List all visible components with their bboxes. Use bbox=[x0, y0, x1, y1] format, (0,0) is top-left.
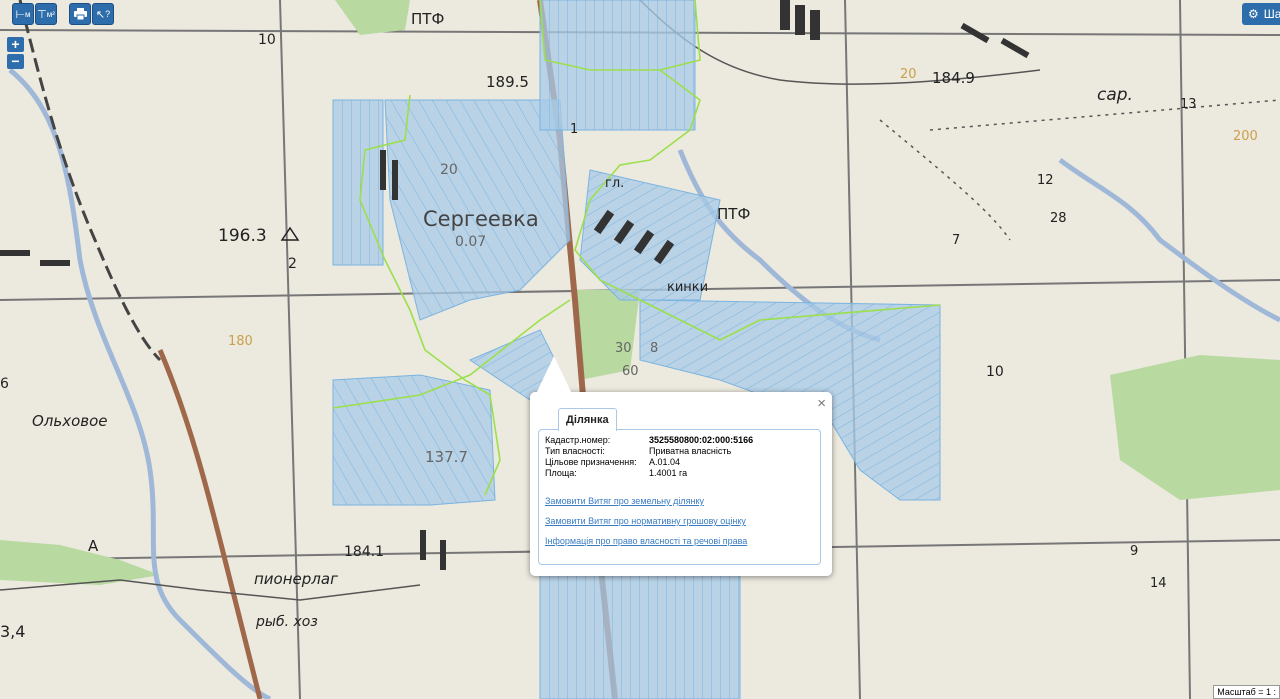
parcel-info-panel: Кадастр.номер: 3525580800:02:000:5166 Ти… bbox=[538, 429, 821, 565]
map-label-place: сар. bbox=[1097, 85, 1133, 105]
map-label-place: рыб. хоз bbox=[255, 614, 318, 630]
info-key: Цільове призначення: bbox=[545, 457, 637, 467]
map-label-number: 6 bbox=[0, 376, 9, 392]
cadastral-number: 3525580800:02:000:5166 bbox=[649, 435, 754, 445]
map-label-value: 137.7 bbox=[425, 448, 468, 466]
zoom-control: + − bbox=[7, 37, 24, 69]
ownership-type: Приватна власність bbox=[649, 446, 732, 456]
gear-icon: ⚙ bbox=[1248, 7, 1259, 21]
close-icon[interactable]: × bbox=[817, 395, 826, 412]
printer-icon bbox=[73, 8, 87, 20]
ownership-info-link[interactable]: Інформація про право власності та речові… bbox=[545, 536, 814, 546]
map-label-elevation: 196.3 bbox=[218, 226, 267, 246]
info-row-purpose: Цільове призначення: A.01.04 bbox=[545, 457, 814, 468]
map-label-number: 10 bbox=[258, 32, 276, 48]
parcel-block[interactable] bbox=[539, 574, 741, 699]
map-label-number: 20 bbox=[440, 162, 458, 178]
scale-indicator: Масштаб = 1 : bbox=[1213, 685, 1280, 699]
map-label-elevation: 189.5 bbox=[486, 73, 529, 91]
tab-parcel[interactable]: Ділянка bbox=[558, 408, 617, 431]
map-label-number: 10 bbox=[986, 364, 1004, 380]
map-label-village: Ольховое bbox=[32, 412, 108, 430]
map-label-ptf-mid: ПТФ bbox=[717, 205, 750, 223]
map-label-number: 14 bbox=[1150, 576, 1167, 591]
info-row-cadastral: Кадастр.номер: 3525580800:02:000:5166 bbox=[545, 435, 814, 446]
map-label-elevation: 184.1 bbox=[344, 544, 384, 560]
cursor-question-icon: ↖ bbox=[95, 8, 106, 21]
map-label-elevation: 184.9 bbox=[932, 69, 975, 87]
order-valuation-extract-link[interactable]: Замовити Витяг про нормативну грошову оц… bbox=[545, 516, 814, 526]
popup-links: Замовити Витяг про земельну ділянку Замо… bbox=[545, 496, 814, 546]
map-label-number: 13 bbox=[1180, 97, 1197, 112]
map-label-place: пионерлаг bbox=[254, 570, 338, 588]
purpose-code: A.01.04 bbox=[649, 457, 681, 467]
info-row-area: Площа: 1.4001 га bbox=[545, 468, 814, 479]
map-label-number: 9 bbox=[1130, 544, 1138, 559]
info-key: Кадастр.номер: bbox=[545, 435, 611, 445]
measure-toolbar: ⊢ м ⊤ м² bbox=[12, 3, 57, 25]
measure-length-button[interactable]: ⊢ м bbox=[12, 3, 34, 25]
map-label-village: Сергеевка bbox=[423, 207, 539, 231]
map-label-number: 28 bbox=[1050, 211, 1067, 226]
identify-button[interactable]: ↖? bbox=[92, 3, 114, 25]
map-label-number: 180 bbox=[228, 334, 253, 349]
zoom-in-button[interactable]: + bbox=[7, 37, 24, 52]
map-label-number: 7 bbox=[952, 233, 960, 248]
parcel-block[interactable] bbox=[539, 0, 696, 131]
map-label-value: 0.07 bbox=[455, 234, 486, 250]
map-canvas[interactable]: ПТФ ПТФ 189.5 184.9 196.3 184.1 3,4 Серг… bbox=[0, 0, 1280, 699]
popup-pointer bbox=[536, 356, 572, 394]
map-label-number: 12 bbox=[1037, 173, 1054, 188]
parcel-block[interactable] bbox=[332, 99, 384, 266]
layers-button[interactable]: ⚙ Шари bbox=[1242, 3, 1280, 25]
order-land-extract-link[interactable]: Замовити Витяг про земельну ділянку bbox=[545, 496, 814, 506]
tools-toolbar: ↖? bbox=[69, 3, 114, 25]
info-key: Площа: bbox=[545, 468, 577, 478]
map-label-place: гл. bbox=[605, 176, 624, 191]
map-label-number: 30 bbox=[615, 341, 632, 356]
map-label-elevation: 3,4 bbox=[0, 622, 25, 641]
map-label-number: 60 bbox=[622, 364, 639, 379]
parcel-block[interactable] bbox=[332, 374, 496, 506]
map-label-place: кинки bbox=[667, 280, 708, 295]
map-label-letter: А bbox=[88, 537, 99, 555]
ruler-icon: ⊢ bbox=[15, 8, 26, 21]
map-label-number: 1 bbox=[570, 122, 578, 137]
measure-area-button[interactable]: ⊤ м² bbox=[35, 3, 57, 25]
info-row-ownership: Тип власності: Приватна власність bbox=[545, 446, 814, 457]
parcel-info-popup: × Ділянка Кадастр.номер: 3525580800:02:0… bbox=[530, 356, 832, 576]
map-label-number: 20 bbox=[900, 67, 917, 82]
info-key: Тип власності: bbox=[545, 446, 605, 456]
area-value: 1.4001 га bbox=[649, 468, 688, 478]
map-label-number: 2 bbox=[288, 256, 297, 272]
print-button[interactable] bbox=[69, 3, 91, 25]
zoom-out-button[interactable]: − bbox=[7, 54, 24, 69]
area-icon: ⊤ bbox=[37, 8, 47, 21]
map-label-ptf-top: ПТФ bbox=[411, 10, 444, 28]
map-label-number: 200 bbox=[1233, 129, 1258, 144]
map-label-number: 8 bbox=[650, 341, 658, 356]
